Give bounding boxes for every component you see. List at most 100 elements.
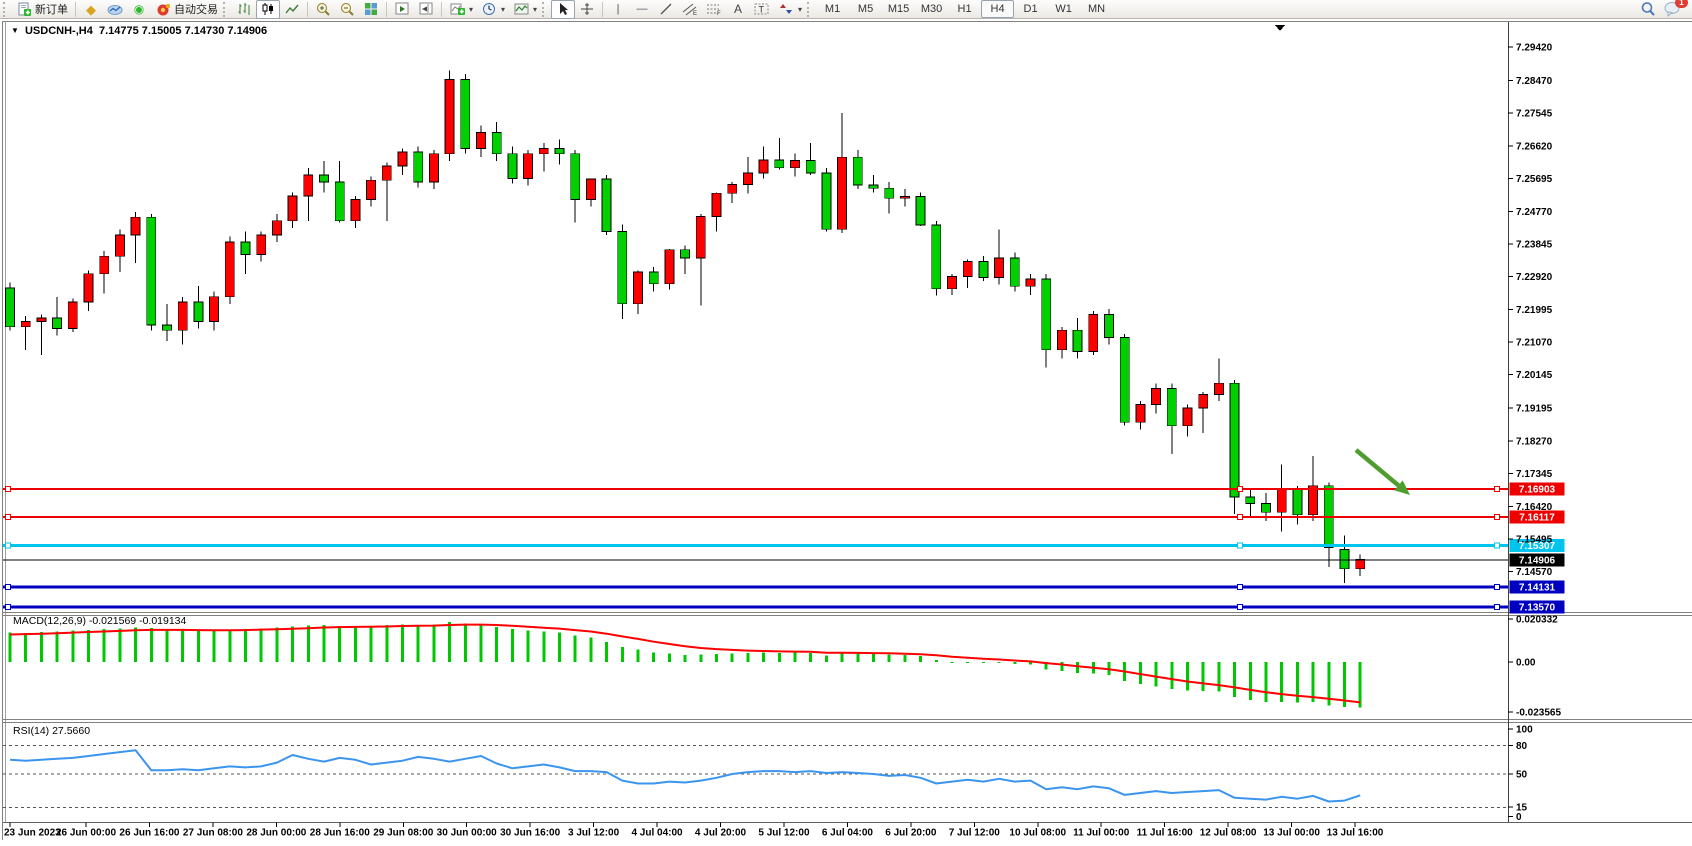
hline-handle[interactable] [1238, 585, 1243, 590]
price-tick-label: 7.29420 [1516, 43, 1553, 54]
hline-handle[interactable] [6, 487, 11, 492]
hline-handle[interactable] [1238, 514, 1243, 519]
timeframe-button-M5[interactable]: M5 [849, 0, 882, 18]
date-axis-label[interactable]: 13 Jul 16:00 [1327, 828, 1384, 839]
date-axis-label[interactable]: 28 Jun 16:00 [310, 828, 370, 839]
hline-handle[interactable] [1495, 514, 1500, 519]
trendline-tool[interactable] [654, 0, 678, 19]
channel-tool[interactable]: E [678, 0, 702, 19]
date-axis-label[interactable]: 26 Jun 00:00 [56, 828, 116, 839]
timeframe-button-H4[interactable]: H4 [981, 0, 1014, 18]
candle-body [1026, 279, 1035, 286]
price-tick-label: 7.19195 [1516, 404, 1553, 415]
hline-handle[interactable] [1238, 604, 1243, 609]
add-indicator-dropdown[interactable]: ▾ [445, 0, 477, 19]
date-axis-label[interactable]: 30 Jun 16:00 [500, 828, 560, 839]
date-axis-label[interactable]: 23 Jun 2023 [4, 828, 61, 839]
hline-handle[interactable] [1238, 543, 1243, 548]
date-axis-label[interactable]: 28 Jun 00:00 [246, 828, 306, 839]
notifications-button[interactable]: 1 [1660, 0, 1684, 19]
zoom-out-button[interactable] [335, 0, 359, 19]
hline-handle[interactable] [6, 514, 11, 519]
macd-histogram-bar [448, 622, 451, 662]
macd-histogram-bar [966, 662, 969, 663]
date-axis-label[interactable]: 27 Jun 08:00 [183, 828, 243, 839]
market-cube-button[interactable]: ◆ [79, 0, 103, 19]
timeframe-button-M1[interactable]: M1 [816, 0, 849, 18]
macd-histogram-bar [260, 629, 263, 662]
date-axis-label[interactable]: 7 Jul 12:00 [949, 828, 1001, 839]
date-axis-label[interactable]: 5 Jul 12:00 [758, 828, 810, 839]
candle-body [37, 318, 46, 322]
bar-chart-button[interactable] [232, 0, 256, 19]
search-button[interactable] [1636, 0, 1660, 19]
hline-handle[interactable] [1238, 487, 1243, 492]
hline-handle[interactable] [6, 543, 11, 548]
date-axis-label[interactable]: 10 Jul 08:00 [1009, 828, 1066, 839]
date-axis-label[interactable]: 30 Jun 00:00 [437, 828, 497, 839]
autotrading-button[interactable]: 自动交易 [151, 0, 222, 19]
macd-histogram-bar [71, 630, 74, 662]
new-order-button[interactable]: 新订单 [12, 0, 72, 19]
macd-histogram-bar [166, 630, 169, 662]
date-axis-label[interactable]: 6 Jul 20:00 [885, 828, 937, 839]
horizontal-line-tool[interactable]: — [630, 0, 654, 19]
timeframe-button-M15[interactable]: M15 [882, 0, 915, 18]
arrows-dropdown[interactable]: ▾ [774, 0, 806, 19]
macd-histogram-bar [511, 629, 514, 662]
separator [386, 2, 387, 17]
zoom-in-button[interactable] [311, 0, 335, 19]
tile-windows-button[interactable] [359, 0, 383, 19]
timeframe-button-M30[interactable]: M30 [915, 0, 948, 18]
hline-handle[interactable] [1495, 487, 1500, 492]
cloud-chart-button[interactable] [103, 0, 127, 19]
label-tool[interactable]: T [750, 0, 774, 19]
macd-histogram-bar [527, 630, 530, 662]
date-axis-label[interactable]: 26 Jun 16:00 [119, 828, 179, 839]
timeframe-button-H1[interactable]: H1 [948, 0, 981, 18]
date-axis-label[interactable]: 3 Jul 12:00 [568, 828, 620, 839]
date-axis-label[interactable]: 6 Jul 04:00 [822, 828, 874, 839]
notification-count-badge: 1 [1675, 0, 1688, 8]
cursor-tool-button[interactable] [551, 0, 575, 19]
candlestick-chart-button[interactable] [256, 0, 280, 19]
hline-handle[interactable] [6, 604, 11, 609]
date-axis-label[interactable]: 12 Jul 08:00 [1200, 828, 1257, 839]
timeframe-button-W1[interactable]: W1 [1047, 0, 1080, 18]
fibonacci-tool[interactable]: F [702, 0, 726, 19]
timeframe-button-MN[interactable]: MN [1080, 0, 1113, 18]
autotrading-icon [155, 2, 171, 17]
candle-body [131, 217, 140, 235]
macd-histogram-bar [841, 653, 844, 662]
templates-dropdown[interactable]: ▾ [509, 0, 541, 19]
hline-handle[interactable] [1495, 585, 1500, 590]
candle-body [1167, 389, 1176, 426]
text-tool[interactable]: A [726, 0, 750, 19]
signal-button[interactable]: ◉ [127, 0, 151, 19]
macd-histogram-bar [134, 628, 137, 662]
date-axis-label[interactable]: 13 Jul 00:00 [1263, 828, 1320, 839]
expand-triangle-icon[interactable]: ▼ [11, 26, 19, 35]
chart-shift-button[interactable] [414, 0, 438, 19]
candle-body [1057, 330, 1066, 349]
macd-histogram-bar [589, 638, 592, 662]
hline-handle[interactable] [6, 585, 11, 590]
date-axis-label[interactable]: 4 Jul 04:00 [631, 828, 683, 839]
bar-chart-icon [236, 2, 252, 17]
hline-handle[interactable] [1495, 543, 1500, 548]
periods-dropdown[interactable]: ▾ [477, 0, 509, 19]
auto-scroll-button[interactable] [390, 0, 414, 19]
crosshair-tool-button[interactable] [575, 0, 599, 19]
new-order-icon [16, 2, 32, 17]
date-axis-label[interactable]: 4 Jul 20:00 [695, 828, 747, 839]
date-axis-label[interactable]: 11 Jul 16:00 [1137, 828, 1194, 839]
chart-canvas[interactable]: 7.169037.161177.153077.141317.135707.294… [0, 19, 1692, 846]
date-axis-label[interactable]: 11 Jul 00:00 [1073, 828, 1130, 839]
vertical-line-tool[interactable]: | [606, 0, 630, 19]
candle-body [461, 80, 470, 149]
timeframe-button-D1[interactable]: D1 [1014, 0, 1047, 18]
date-axis-label[interactable]: 29 Jun 08:00 [373, 828, 433, 839]
hline-handle[interactable] [1495, 604, 1500, 609]
line-chart-button[interactable] [280, 0, 304, 19]
candle-body [634, 272, 643, 304]
